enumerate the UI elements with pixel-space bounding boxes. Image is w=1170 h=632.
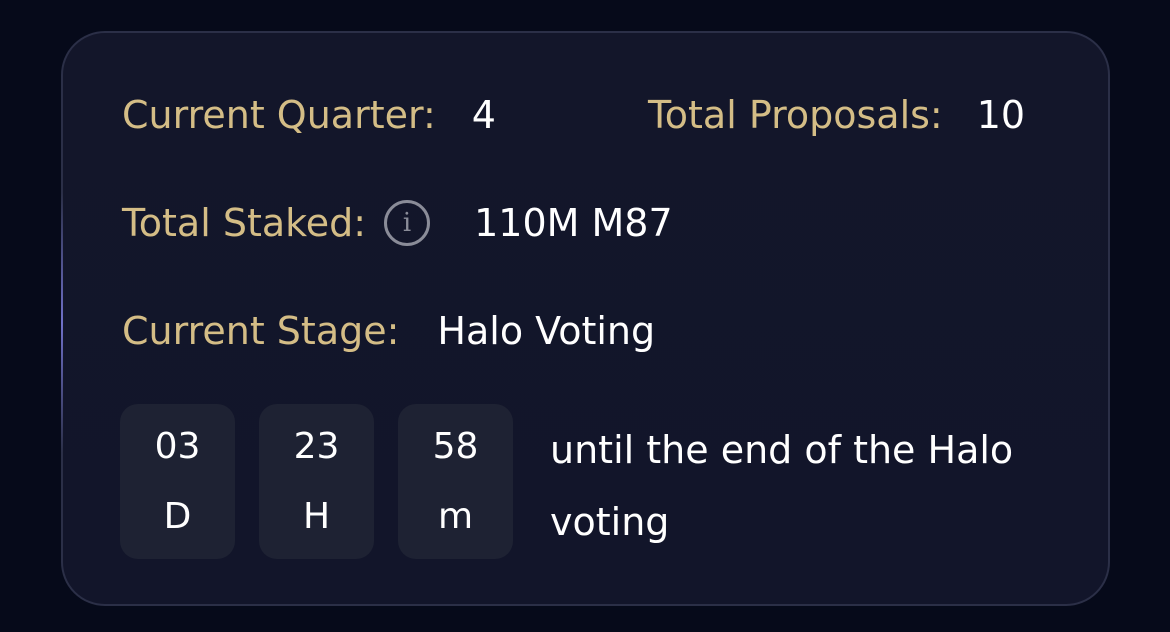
countdown-days-value: 03: [154, 425, 201, 467]
countdown-caption: until the end of the Halo voting: [550, 428, 1014, 544]
current-stage-row: Current Stage: Halo Voting: [122, 305, 655, 357]
total-staked-row: Total Staked: i 110M M87: [122, 197, 673, 249]
countdown-hours-value: 23: [293, 425, 340, 467]
total-proposals-row: Total Proposals: 10: [648, 89, 1025, 141]
total-staked-label: Total Staked:: [122, 201, 367, 245]
current-quarter-value: 4: [471, 93, 496, 137]
countdown-minutes-value: 58: [432, 425, 479, 467]
current-quarter-row: Current Quarter: 4: [122, 89, 496, 141]
info-icon[interactable]: i: [384, 200, 431, 246]
countdown-days-unit: D: [163, 495, 192, 537]
total-proposals-value: 10: [976, 93, 1026, 137]
total-proposals-label: Total Proposals:: [648, 93, 943, 137]
countdown-minutes-unit: m: [437, 495, 474, 537]
current-stage-label: Current Stage:: [122, 309, 400, 353]
countdown-minutes: 58 m: [398, 404, 513, 559]
countdown-hours: 23 H: [259, 404, 374, 559]
current-stage-value: Halo Voting: [437, 309, 656, 353]
governance-card: Current Quarter: 4 Total Proposals: 10 T…: [61, 31, 1110, 606]
total-staked-value: 110M M87: [474, 201, 673, 245]
countdown-timer: 03 D 23 H 58 m: [120, 404, 513, 559]
countdown-days: 03 D: [120, 404, 235, 559]
current-quarter-label: Current Quarter:: [122, 93, 436, 137]
countdown-hours-unit: H: [302, 495, 331, 537]
